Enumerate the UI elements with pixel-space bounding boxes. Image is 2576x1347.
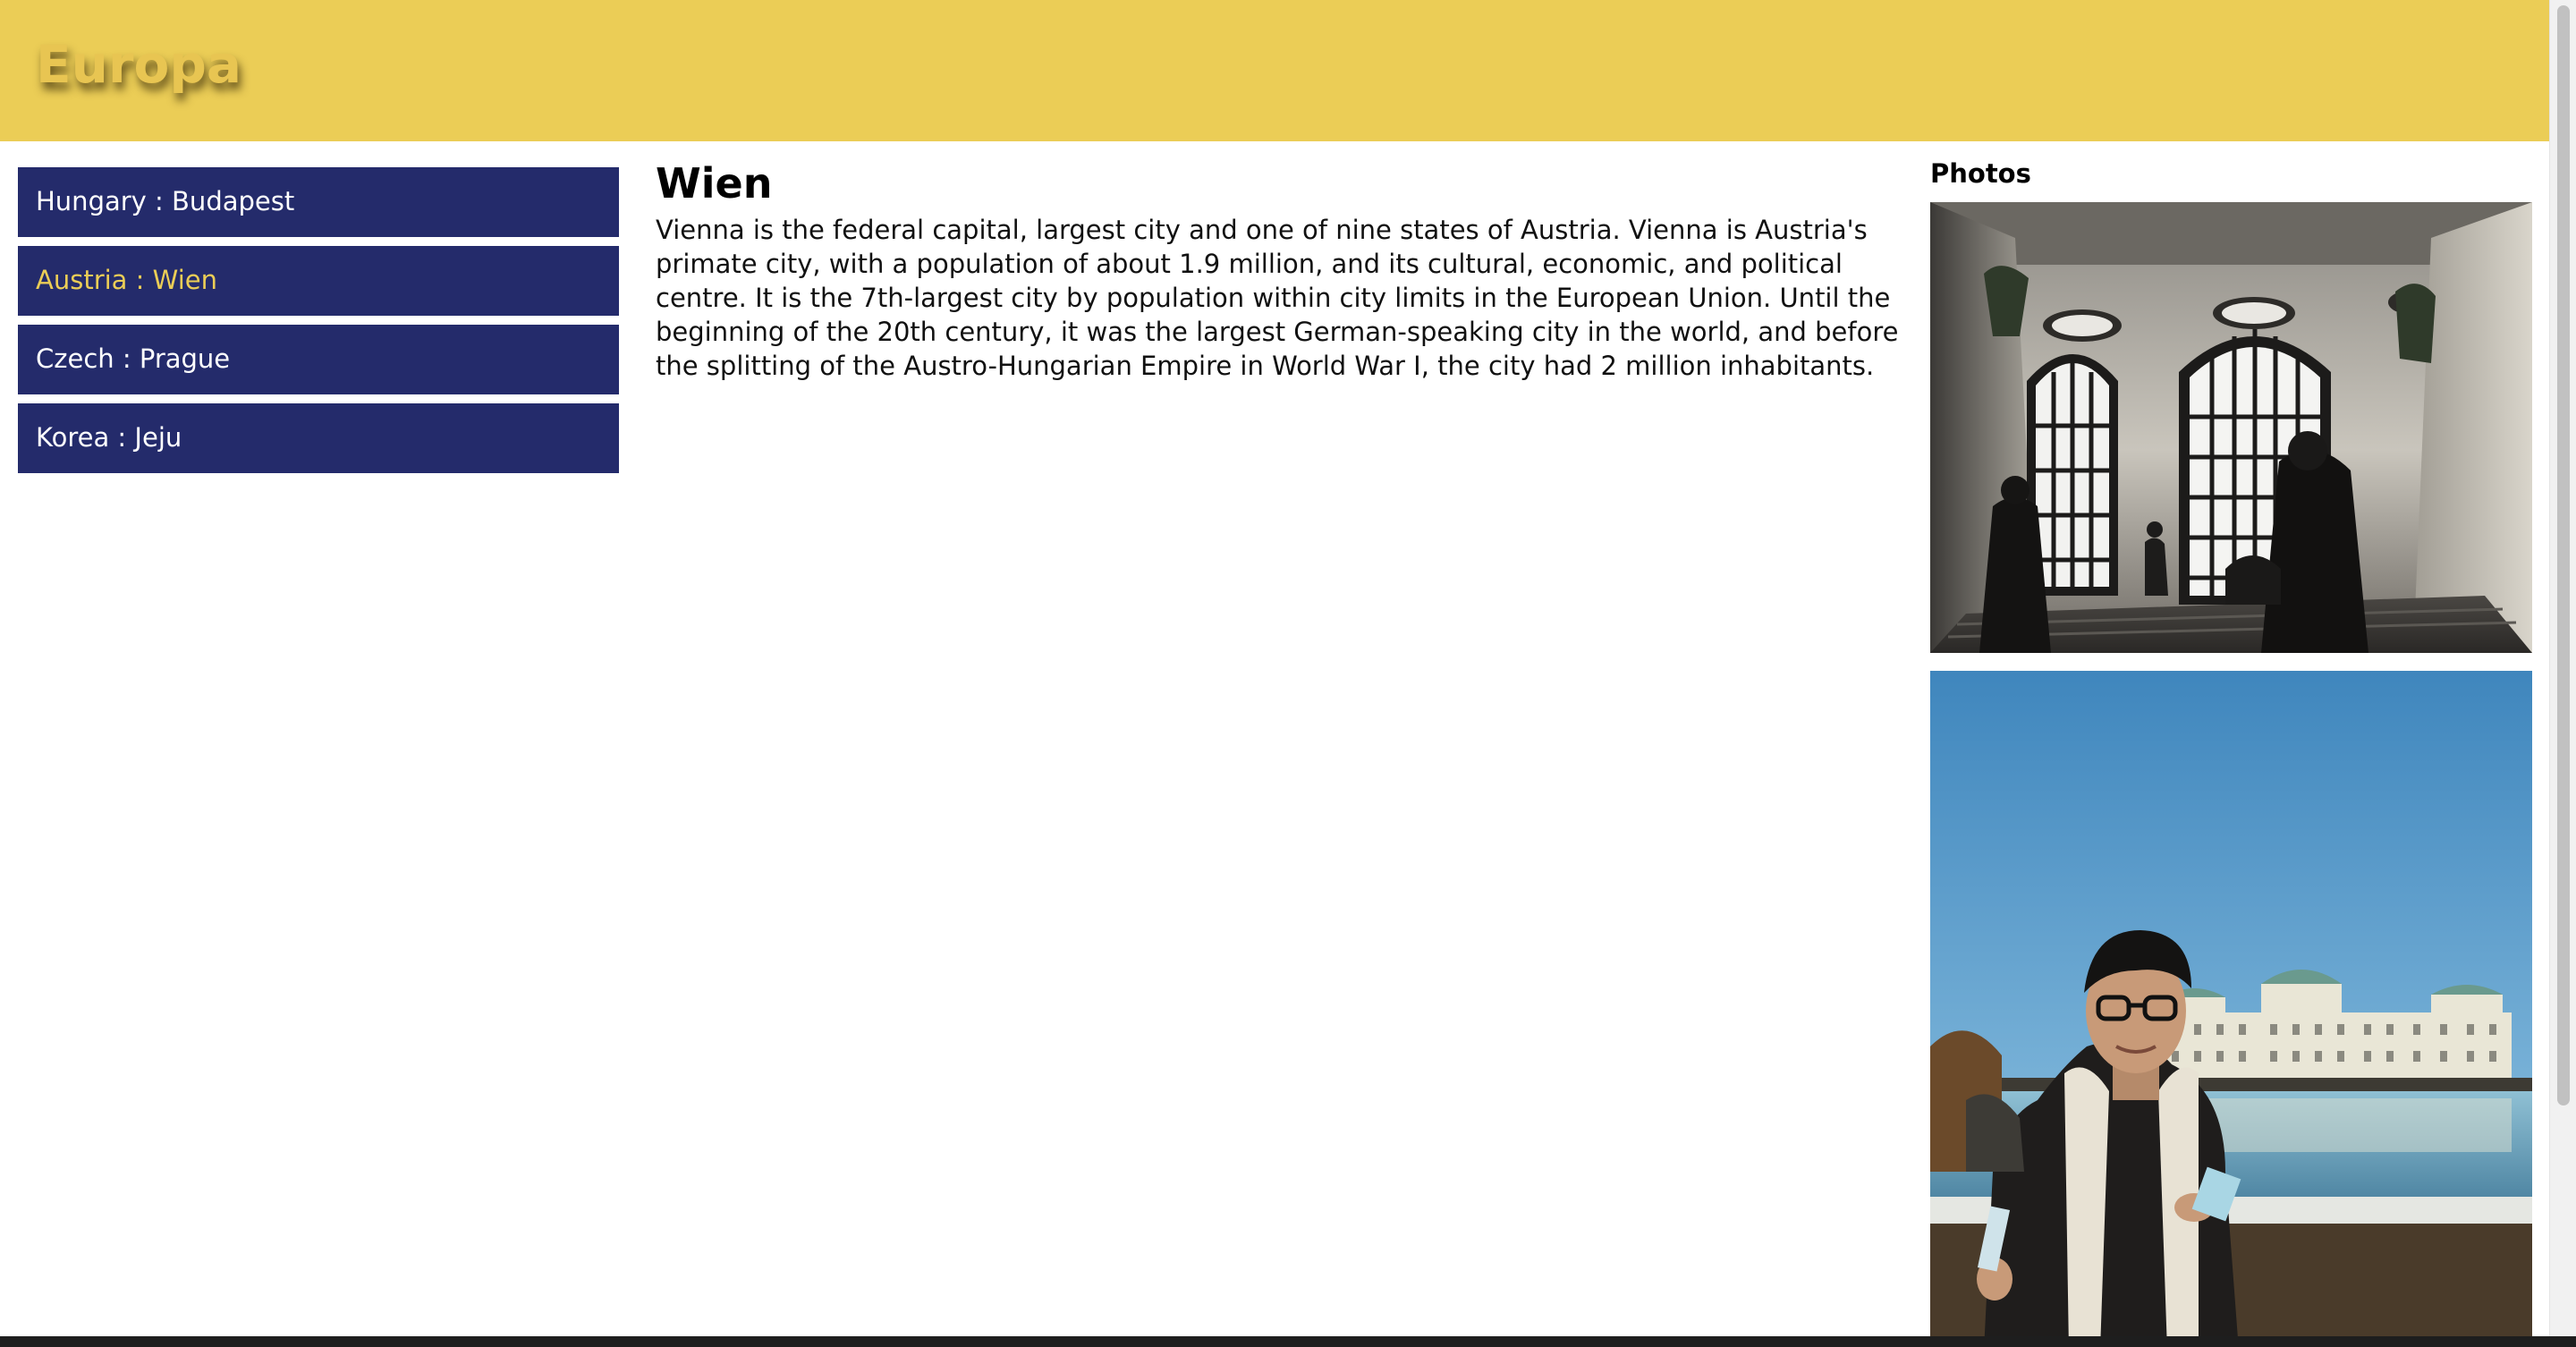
scrollbar-thumb[interactable] (2557, 5, 2570, 1106)
nav-item-hungary-budapest[interactable]: Hungary : Budapest (18, 167, 619, 237)
article: Wien Vienna is the federal capital, larg… (656, 152, 1901, 383)
window-bottom-edge (0, 1336, 2576, 1347)
article-title: Wien (656, 159, 773, 208)
palace-staircase-interior-photo (1930, 202, 2532, 653)
nav-item-austria-wien[interactable]: Austria : Wien (18, 246, 619, 316)
city-nav: Hungary : Budapest Austria : Wien Czech … (18, 167, 619, 482)
site-title: Europa (36, 34, 242, 95)
photos-panel: Photos (1930, 152, 2532, 1347)
site-header: Europa (0, 0, 2549, 141)
portrait-in-front-of-palace-photo (1930, 671, 2532, 1347)
vertical-scrollbar[interactable] (2549, 0, 2576, 1336)
article-body: Vienna is the federal capital, largest c… (656, 215, 1899, 381)
nav-item-korea-jeju[interactable]: Korea : Jeju (18, 403, 619, 473)
nav-item-czech-prague[interactable]: Czech : Prague (18, 325, 619, 394)
page: Europa Hungary : Budapest Austria : Wien… (0, 0, 2576, 1347)
photos-heading: Photos (1930, 158, 2031, 189)
